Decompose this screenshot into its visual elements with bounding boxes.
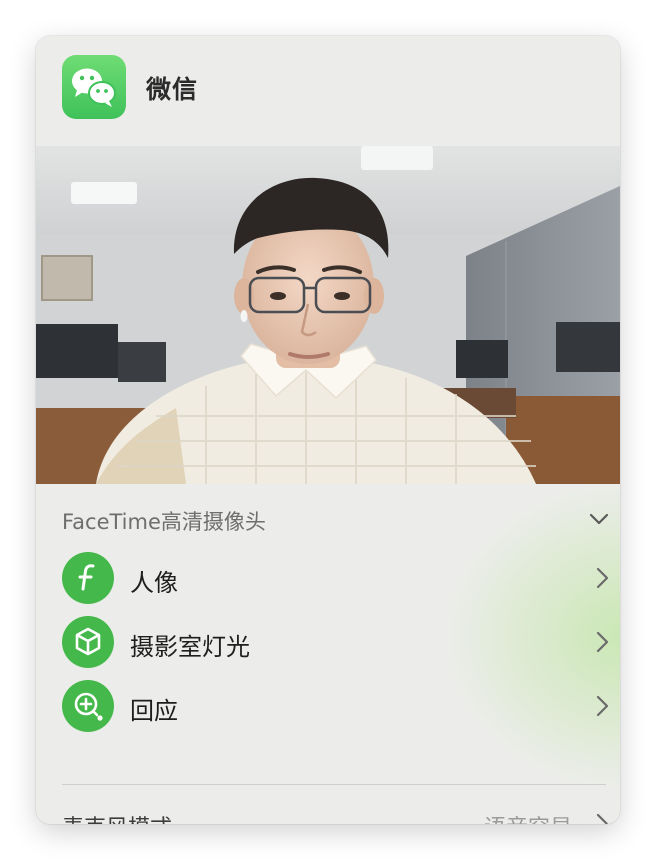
chevron-right-icon <box>594 694 610 722</box>
effect-row-reactions[interactable]: 回应 <box>62 680 610 732</box>
wechat-icon <box>62 55 126 119</box>
effect-label: 人像 <box>130 569 178 597</box>
camera-label: FaceTime高清摄像头 <box>62 510 266 534</box>
mic-mode-label: 麦克风模式 <box>62 810 172 824</box>
app-name: 微信 <box>146 75 199 104</box>
cube-icon <box>62 616 114 668</box>
chevron-right-icon <box>594 812 610 824</box>
camera-selector[interactable]: FaceTime高清摄像头 <box>62 502 610 536</box>
effect-label: 回应 <box>130 697 178 725</box>
video-effects-panel: 微信 FaceTime高清摄像头 人像 摄影室灯光 回应 <box>36 36 620 824</box>
chevron-right-icon <box>594 566 610 594</box>
camera-preview <box>36 146 620 484</box>
effect-label: 摄影室灯光 <box>130 633 250 661</box>
chevron-down-icon <box>588 508 610 534</box>
effects-section: FaceTime高清摄像头 人像 摄影室灯光 回应 <box>36 484 620 824</box>
effect-row-studio-light[interactable]: 摄影室灯光 <box>62 616 610 668</box>
effect-row-portrait[interactable]: 人像 <box>62 552 610 604</box>
portrait-f-icon <box>62 552 114 604</box>
divider <box>62 784 606 785</box>
panel-header: 微信 <box>36 36 620 146</box>
mic-mode-row[interactable]: 麦克风模式 语音突显 <box>62 806 610 824</box>
chevron-right-icon <box>594 630 610 658</box>
reactions-icon <box>62 680 114 732</box>
mic-mode-value: 语音突显 <box>484 810 572 824</box>
